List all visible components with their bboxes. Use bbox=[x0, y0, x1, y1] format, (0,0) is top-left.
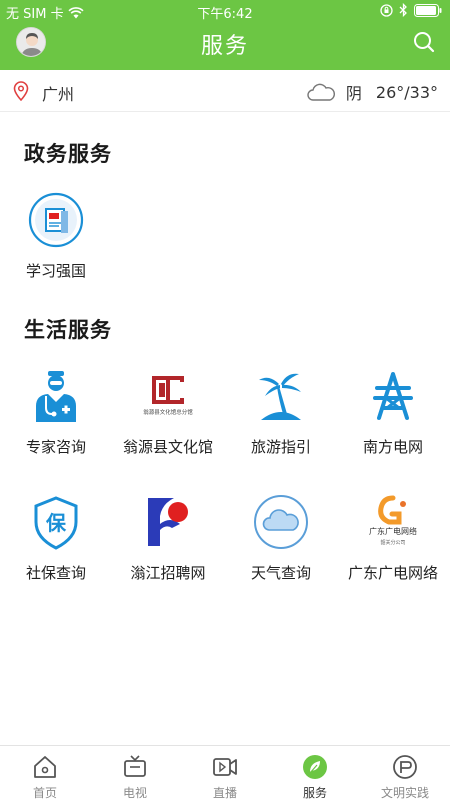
gd-cable-logo-text: 广东广电网络 bbox=[369, 526, 417, 536]
service-label: 学习强国 bbox=[25, 262, 86, 280]
service-item-weather[interactable]: 天气查询 bbox=[225, 494, 337, 604]
service-label: 南方电网 bbox=[362, 438, 423, 456]
tv-icon bbox=[124, 755, 146, 777]
tab-label: 文明实践 bbox=[380, 786, 429, 800]
service-label: 天气查询 bbox=[250, 564, 311, 582]
svg-text:保: 保 bbox=[45, 511, 67, 535]
service-item-recruitment[interactable]: 滃江招聘网 bbox=[112, 494, 224, 604]
tab-label: 服务 bbox=[302, 786, 327, 800]
service-item-power-grid[interactable]: 南方电网 bbox=[337, 368, 449, 478]
doctor-icon bbox=[36, 371, 76, 422]
live-video-icon bbox=[213, 758, 237, 776]
culture-hall-logo-text: 翁源县文化馆总分馆 bbox=[143, 408, 193, 416]
tab-label: 首页 bbox=[32, 786, 57, 800]
tab-home[interactable]: 首页 bbox=[0, 746, 90, 800]
service-item-travel[interactable]: 旅游指引 bbox=[225, 368, 337, 478]
tab-live[interactable]: 直播 bbox=[180, 746, 270, 800]
weather-summary[interactable]: 阴 26°/33° bbox=[306, 80, 438, 104]
status-bar: 无 SIM 卡 下午6:42 bbox=[0, 0, 450, 22]
weather-condition: 阴 bbox=[345, 84, 362, 103]
culture-hall-logo-icon: 翁源县文化馆总分馆 bbox=[143, 376, 193, 416]
rotation-lock-icon bbox=[380, 3, 393, 17]
tab-label: 直播 bbox=[212, 786, 237, 800]
service-label: 广东广电网络 bbox=[347, 564, 438, 582]
recruitment-logo-icon bbox=[148, 498, 188, 546]
home-icon bbox=[34, 756, 56, 778]
service-item-xuexi[interactable]: 学习强国 bbox=[0, 192, 112, 302]
location-city[interactable]: 广州 bbox=[42, 81, 74, 105]
tab-civilization[interactable]: 文明实践 bbox=[360, 746, 450, 800]
service-label: 翁源县文化馆 bbox=[122, 438, 213, 456]
battery-icon bbox=[414, 3, 442, 17]
social-security-icon: 保 bbox=[34, 496, 78, 550]
service-label: 滃江招聘网 bbox=[130, 564, 206, 582]
weather-temperature: 26°/33° bbox=[375, 82, 438, 102]
palm-tree-icon bbox=[259, 373, 301, 420]
service-item-expert[interactable]: 专家咨询 bbox=[0, 368, 112, 478]
tab-tv[interactable]: 电视 bbox=[90, 746, 180, 800]
page-title: 服务 bbox=[200, 34, 249, 59]
study-book-icon bbox=[28, 192, 84, 248]
bottom-tab-bar: 首页 电视 直播 服务 文明实践 bbox=[0, 745, 450, 800]
service-leaf-icon bbox=[303, 755, 327, 779]
location-pin-icon[interactable] bbox=[12, 81, 30, 101]
gd-cable-logo-icon: 广东广电网络 韶关分公司 bbox=[369, 495, 417, 546]
power-grid-icon bbox=[373, 372, 413, 420]
search-icon[interactable] bbox=[412, 30, 436, 54]
civilization-icon bbox=[393, 755, 417, 779]
service-label: 专家咨询 bbox=[25, 438, 86, 456]
service-label: 旅游指引 bbox=[250, 438, 311, 456]
app-header: 无 SIM 卡 下午6:42 服务 bbox=[0, 0, 450, 70]
section-title-government: 政务服务 bbox=[24, 142, 112, 166]
cloud-icon bbox=[254, 495, 308, 549]
section-title-life: 生活服务 bbox=[24, 318, 112, 342]
tab-label: 电视 bbox=[122, 786, 147, 800]
bluetooth-icon bbox=[399, 3, 407, 17]
service-item-social-security[interactable]: 保 社保查询 bbox=[0, 494, 112, 604]
gd-cable-logo-subtext: 韶关分公司 bbox=[380, 539, 405, 546]
nav-bar: 服务 bbox=[0, 22, 450, 70]
tab-service[interactable]: 服务 bbox=[270, 746, 360, 800]
location-weather-bar: 广州 阴 26°/33° bbox=[0, 70, 450, 112]
service-label: 社保查询 bbox=[25, 564, 86, 582]
service-item-gd-cable[interactable]: 广东广电网络 韶关分公司 广东广电网络 bbox=[337, 494, 449, 604]
service-item-culture-hall[interactable]: 翁源县文化馆总分馆 翁源县文化馆 bbox=[112, 368, 224, 478]
cloud-weather-icon bbox=[307, 83, 335, 101]
